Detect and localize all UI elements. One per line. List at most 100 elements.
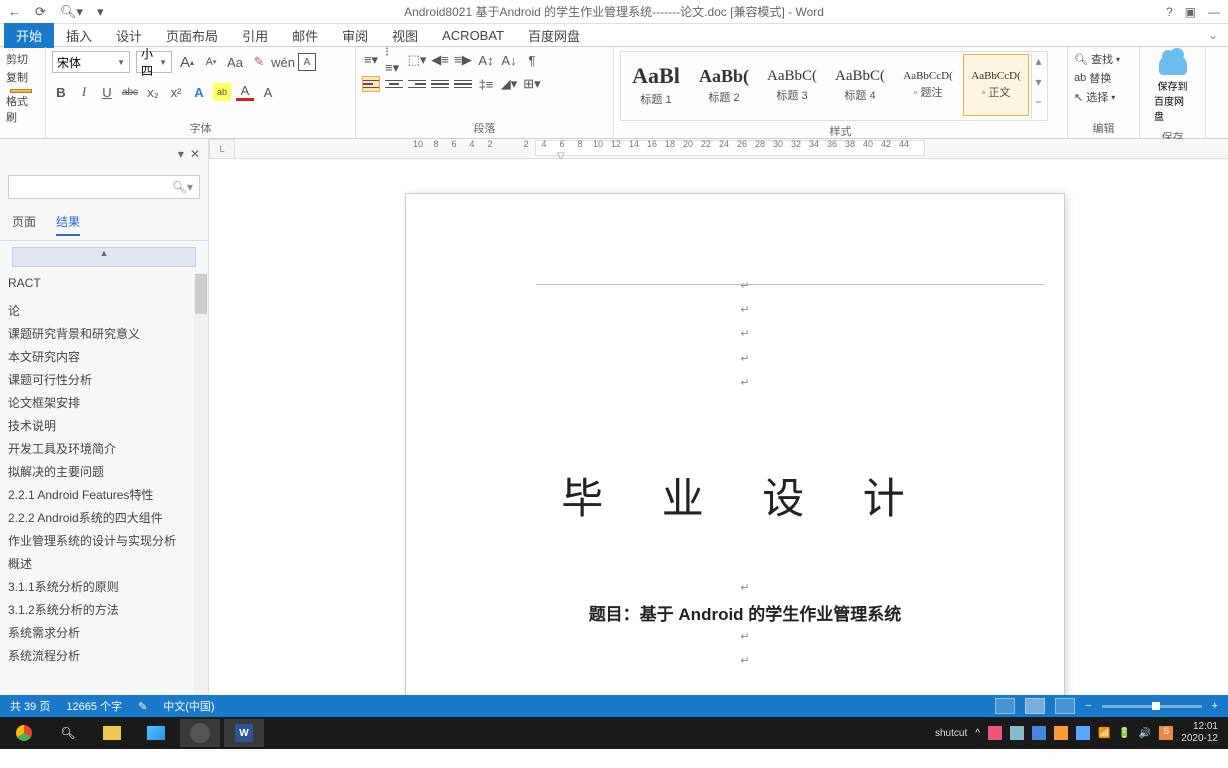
language-status[interactable]: 中文(中国)	[163, 698, 214, 714]
replace-button[interactable]: ab替换	[1074, 70, 1111, 86]
tab-references[interactable]: 引用	[230, 23, 280, 48]
search-icon[interactable]: 🔍︎▾	[172, 180, 193, 194]
nav-heading-item[interactable]: 3.1.1系统分析的原则	[0, 575, 194, 598]
nav-search-box[interactable]: 🔍︎▾	[8, 175, 200, 199]
nav-scrollbar[interactable]	[194, 273, 208, 695]
line-spacing-button[interactable]: ‡≡	[477, 75, 495, 93]
zoom-slider[interactable]	[1102, 705, 1202, 708]
nav-heading-item[interactable]: 论文框架安排	[0, 391, 194, 414]
chrome-icon[interactable]	[4, 719, 44, 747]
nav-headings-list[interactable]: RACT论课题研究背景和研究意义本文研究内容课题可行性分析论文框架安排技术说明 …	[0, 273, 194, 695]
style-heading1[interactable]: AaBl标题 1	[623, 54, 689, 116]
superscript-button[interactable]: x²	[167, 83, 185, 101]
strikethrough-button[interactable]: abc	[121, 83, 139, 101]
page[interactable]: ↵ ↵ ↵ ↵ ↵ 毕 业 设 计 ↵ 题目：基于 Android 的学生作业管…	[405, 193, 1065, 695]
grow-font-button[interactable]: A▴	[178, 53, 196, 71]
cut-button[interactable]: 剪切	[6, 51, 28, 67]
horizontal-ruler[interactable]: 1086422468101214161820222426283032343638…	[235, 139, 1228, 159]
battery-icon[interactable]: 🔋	[1118, 728, 1130, 739]
restore-icon[interactable]: ▣	[1185, 5, 1196, 19]
zoom-out-button[interactable]: −	[1085, 700, 1091, 712]
minimize-ribbon-icon[interactable]: —	[1208, 5, 1220, 19]
align-justify-button[interactable]	[431, 76, 449, 92]
align-distribute-button[interactable]	[454, 76, 472, 92]
style-heading2[interactable]: AaBb(标题 2	[691, 54, 757, 116]
word-taskbar-icon[interactable]: W	[224, 719, 264, 747]
qat-more-icon[interactable]: ▾	[97, 4, 104, 20]
nav-heading-item[interactable]: 2.2.1 Android Features特性	[0, 483, 194, 506]
photos-icon[interactable]	[136, 719, 176, 747]
highlight-button[interactable]: ab	[213, 83, 231, 101]
select-button[interactable]: ↖选择▾	[1074, 89, 1115, 105]
underline-button[interactable]: U	[98, 83, 116, 101]
nav-dropdown-icon[interactable]: ▾	[178, 147, 184, 161]
sort-button[interactable]: A↓	[500, 51, 518, 69]
nav-search-input[interactable]	[15, 180, 172, 194]
nav-heading-item[interactable]: 系统需求分析	[0, 621, 194, 644]
web-layout-button[interactable]	[1055, 698, 1075, 714]
save-to-baidu-button[interactable]: 保存到 百度网盘	[1146, 51, 1199, 127]
zoom-in-button[interactable]: +	[1212, 700, 1218, 712]
text-direction-button[interactable]: A↕	[477, 51, 495, 69]
nav-heading-item[interactable]: 课题研究背景和研究意义	[0, 322, 194, 345]
multilevel-button[interactable]: ⬚▾	[408, 51, 426, 69]
tray-icon-2[interactable]	[1010, 726, 1024, 740]
shutcut-label[interactable]: shutcut	[935, 728, 967, 739]
tab-acrobat[interactable]: ACROBAT	[430, 25, 516, 46]
nav-heading-item[interactable]: 开发工具及环境简介	[0, 437, 194, 460]
style-caption[interactable]: AaBbCcD(◦ 题注	[895, 54, 961, 116]
nav-heading-item[interactable]: 拟解决的主要问题	[0, 460, 194, 483]
nav-collapse-bar[interactable]: ▲	[12, 247, 196, 267]
nav-tab-results[interactable]: 结果	[56, 209, 80, 236]
style-heading4[interactable]: AaBbC(标题 4	[827, 54, 893, 116]
bullets-button[interactable]: ≡▾	[362, 51, 380, 69]
ribbon-collapse-icon[interactable]: ⌄	[1208, 28, 1218, 42]
nav-tab-pages[interactable]: 页面	[12, 209, 36, 236]
shading-button[interactable]: ◢▾	[500, 75, 518, 93]
styles-more-icon[interactable]: ⁼	[1032, 97, 1045, 118]
tab-mailings[interactable]: 邮件	[280, 23, 330, 48]
styles-down-icon[interactable]: ▾	[1032, 75, 1045, 96]
align-right-button[interactable]	[408, 76, 426, 92]
nav-heading-item[interactable]: 技术说明	[0, 414, 194, 437]
clear-format-button[interactable]: ✎	[250, 53, 268, 71]
phonetic-button[interactable]: wén	[274, 53, 292, 71]
document-canvas[interactable]: ↵ ↵ ↵ ↵ ↵ 毕 业 设 计 ↵ 题目：基于 Android 的学生作业管…	[209, 159, 1228, 695]
char-shading-button[interactable]: A	[259, 83, 277, 101]
tray-icon-1[interactable]	[988, 726, 1002, 740]
read-mode-button[interactable]	[995, 698, 1015, 714]
print-layout-button[interactable]	[1025, 698, 1045, 714]
nav-heading-item[interactable]: 本文研究内容	[0, 345, 194, 368]
word-count[interactable]: 12665 个字	[66, 698, 122, 714]
tray-icon-4[interactable]	[1054, 726, 1068, 740]
font-size-select[interactable]: 小四▼	[136, 51, 172, 73]
ruler-corner[interactable]: L	[209, 139, 235, 159]
back-icon[interactable]: ←	[8, 4, 21, 19]
spellcheck-icon[interactable]: ✎	[138, 700, 147, 713]
refresh-icon[interactable]: ⟳	[35, 4, 46, 20]
tab-review[interactable]: 审阅	[330, 23, 380, 48]
styles-gallery[interactable]: AaBl标题 1 AaBb(标题 2 AaBbC(标题 3 AaBbC(标题 4…	[620, 51, 1048, 121]
search-taskbar-icon[interactable]: 🔍︎	[48, 719, 88, 747]
help-icon[interactable]: ?	[1166, 5, 1173, 19]
show-marks-button[interactable]: ¶	[523, 51, 541, 69]
format-painter-button[interactable]: 格式刷	[6, 89, 36, 125]
borders-button[interactable]: ⊞▾	[523, 75, 541, 93]
font-color-button[interactable]: A	[236, 83, 254, 101]
bold-button[interactable]: B	[52, 83, 70, 101]
tab-design[interactable]: 设计	[104, 23, 154, 48]
tab-home[interactable]: 开始	[4, 23, 54, 48]
explorer-icon[interactable]	[92, 719, 132, 747]
nav-heading-item[interactable]: 作业管理系统的设计与实现分析	[0, 529, 194, 552]
nav-heading-item[interactable]: 2.2.2 Android系统的四大组件	[0, 506, 194, 529]
increase-indent-button[interactable]: ≡▶	[454, 51, 472, 69]
volume-icon[interactable]: 🔊	[1139, 728, 1151, 739]
tray-up-icon[interactable]: ^	[975, 728, 980, 739]
styles-up-icon[interactable]: ▴	[1032, 54, 1045, 75]
subscript-button[interactable]: x₂	[144, 83, 162, 101]
shrink-font-button[interactable]: A▾	[202, 53, 220, 71]
font-family-select[interactable]: 宋体▼	[52, 51, 130, 73]
nav-heading-item[interactable]: 论	[0, 299, 194, 322]
align-center-button[interactable]	[385, 76, 403, 92]
nav-heading-item[interactable]: 概述	[0, 552, 194, 575]
